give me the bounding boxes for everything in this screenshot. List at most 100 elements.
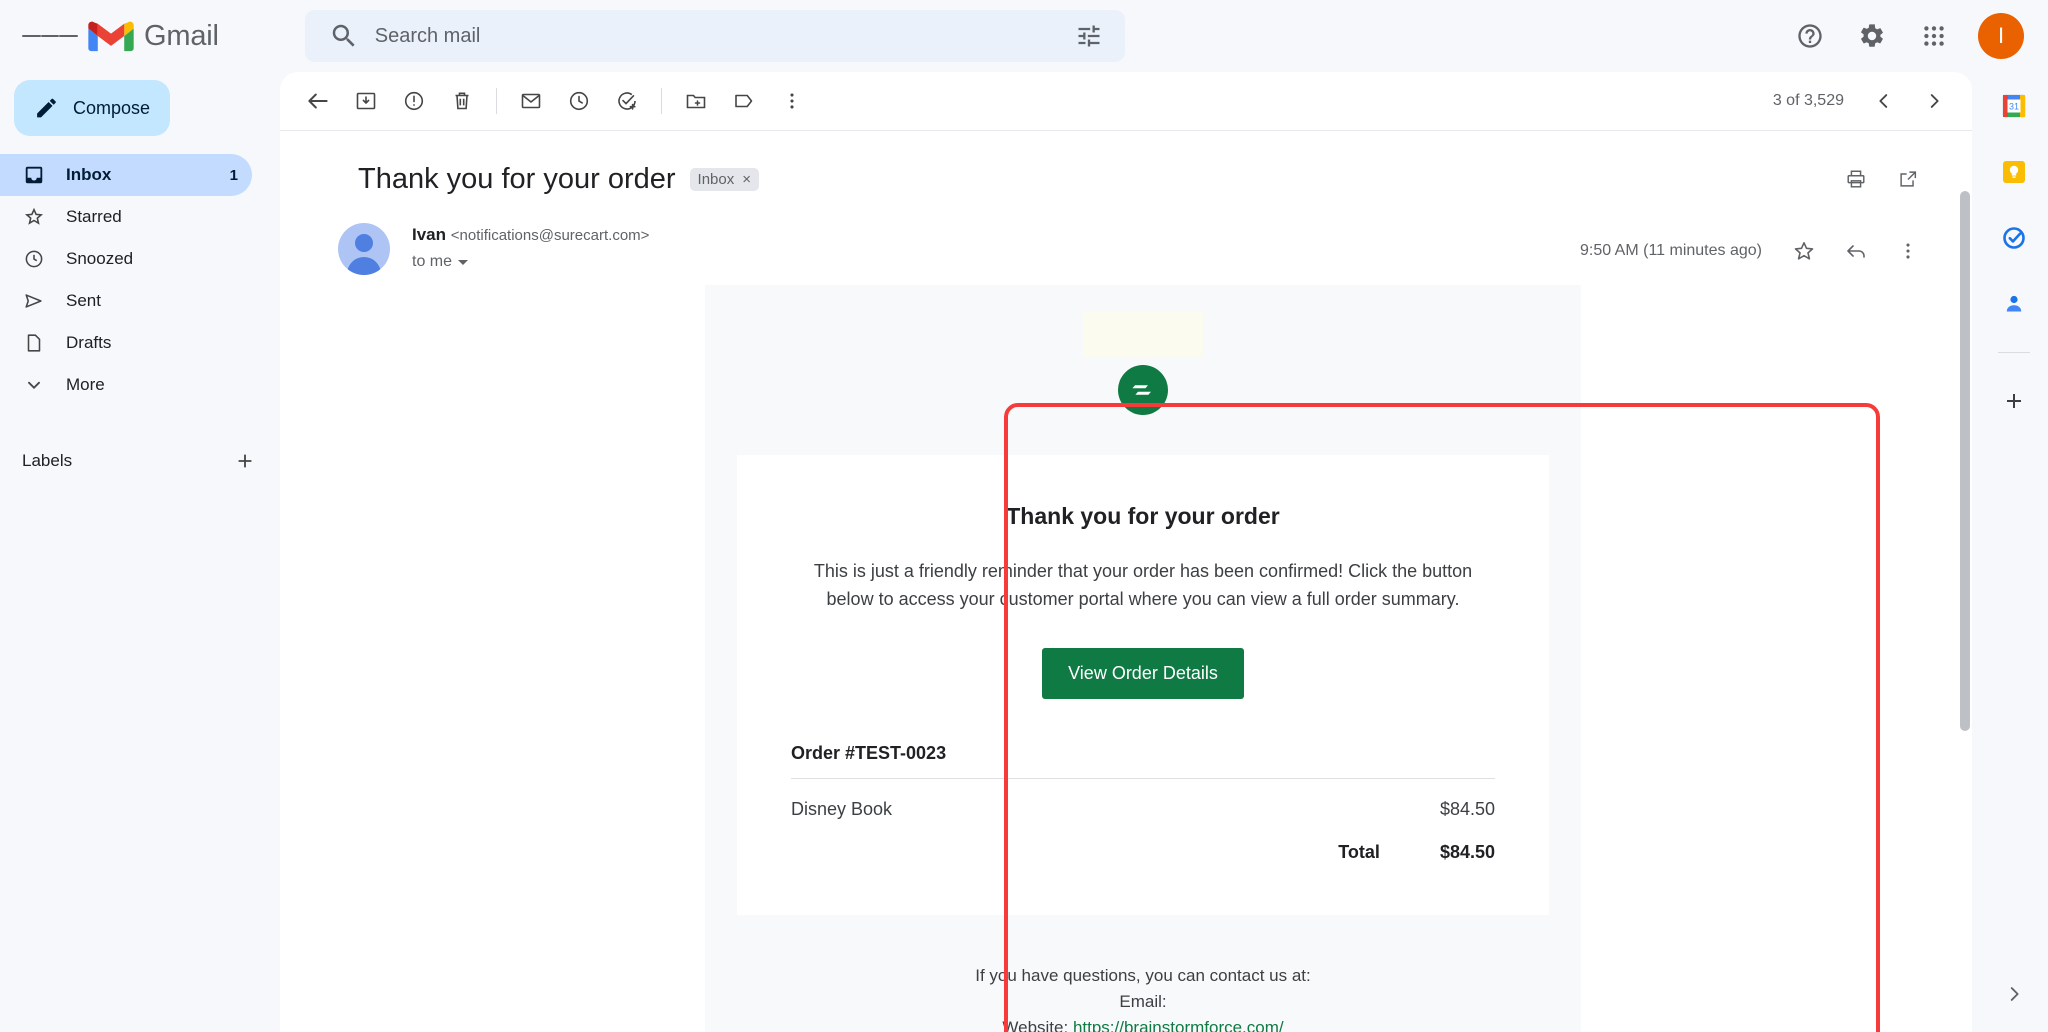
apps-grid-icon[interactable]: [1906, 8, 1962, 64]
archive-icon[interactable]: [342, 77, 390, 125]
footer-email-line: Email:: [705, 989, 1581, 1015]
line-item-price: $84.50: [1440, 799, 1495, 820]
label-chip-inbox[interactable]: Inbox ×: [690, 168, 759, 191]
sidebar-item-label: Snoozed: [66, 249, 238, 269]
inbox-icon: [22, 163, 46, 187]
surecart-logo-icon: [1118, 365, 1168, 415]
search-icon: [329, 21, 359, 51]
message-toolbar: 3 of 3,529: [280, 72, 1972, 130]
message-scrollbar[interactable]: [1960, 191, 1970, 731]
hamburger-icon[interactable]: [22, 8, 78, 64]
compose-label: Compose: [73, 98, 150, 119]
message-scroll-area: Thank you for your order Inbox ×: [280, 131, 1972, 1032]
more-vertical-icon[interactable]: [1884, 227, 1932, 275]
pencil-icon: [34, 95, 59, 121]
plus-icon[interactable]: [1992, 379, 2036, 423]
sidebar-item-inbox[interactable]: Inbox 1: [0, 154, 252, 196]
email-body: Thank you for your order This is just a …: [280, 285, 1972, 1032]
email-paragraph: This is just a friendly reminder that yo…: [791, 558, 1495, 614]
sidebar-item-label: Drafts: [66, 333, 238, 353]
message-counter: 3 of 3,529: [1773, 92, 1844, 110]
email-title: Thank you for your order: [791, 503, 1495, 530]
recipient-dropdown[interactable]: to me: [412, 253, 649, 271]
sidebar-item-starred[interactable]: Starred: [0, 196, 252, 238]
google-keep-icon[interactable]: [1992, 150, 2036, 194]
more-vertical-icon[interactable]: [768, 77, 816, 125]
report-spam-icon[interactable]: [390, 77, 438, 125]
labels-title: Labels: [22, 451, 228, 471]
top-bar: Gmail I: [0, 0, 2048, 72]
chevron-left-icon[interactable]: [1860, 77, 1908, 125]
back-arrow-icon[interactable]: [294, 77, 342, 125]
chevron-down-icon: [458, 260, 468, 265]
footer-website-line: Website: https://brainstormforce.com/: [705, 1015, 1581, 1032]
plus-icon[interactable]: [228, 444, 262, 478]
star-icon[interactable]: [1780, 227, 1828, 275]
compose-button[interactable]: Compose: [14, 80, 170, 136]
sidebar-item-label: Inbox: [66, 165, 210, 185]
tune-icon[interactable]: [1075, 22, 1103, 50]
send-icon: [22, 289, 46, 313]
label-tag-icon[interactable]: [720, 77, 768, 125]
cta-wrapper: View Order Details: [791, 648, 1495, 699]
rail-divider: [1998, 352, 2030, 353]
recipient-label: to me: [412, 253, 452, 271]
logo-backdrop: [1083, 311, 1203, 357]
clock-icon: [22, 247, 46, 271]
sidebar-item-snoozed[interactable]: Snoozed: [0, 238, 252, 280]
chip-label: Inbox: [698, 171, 735, 188]
subject-actions: [1832, 155, 1932, 203]
footer-website-label: Website:: [1002, 1018, 1073, 1032]
gmail-logo[interactable]: Gmail: [88, 19, 219, 53]
star-icon: [22, 205, 46, 229]
close-icon[interactable]: ×: [742, 171, 751, 188]
message-actions: 9:50 AM (11 minutes ago): [1580, 221, 1932, 275]
clock-icon[interactable]: [555, 77, 603, 125]
line-item-row: Disney Book $84.50: [791, 799, 1495, 820]
sidebar-item-label: Sent: [66, 291, 238, 311]
search-bar[interactable]: [305, 10, 1125, 62]
pagination-controls: 3 of 3,529: [1773, 77, 1958, 125]
chevron-right-icon[interactable]: [1992, 972, 2036, 1016]
email-card: Thank you for your order This is just a …: [737, 455, 1549, 915]
help-icon[interactable]: [1782, 8, 1838, 64]
website-link[interactable]: https://brainstormforce.com/: [1073, 1018, 1284, 1032]
email-canvas: Thank you for your order This is just a …: [705, 285, 1581, 1032]
chevron-down-icon: [22, 373, 46, 397]
sidebar-item-label: Starred: [66, 207, 238, 227]
gmail-m-icon: [88, 19, 134, 53]
sidebar-item-sent[interactable]: Sent: [0, 280, 252, 322]
line-item-name: Disney Book: [791, 799, 1440, 820]
avatar[interactable]: I: [1978, 13, 2024, 59]
sidebar-item-drafts[interactable]: Drafts: [0, 322, 252, 364]
toolbar-divider: [661, 88, 662, 114]
google-calendar-icon[interactable]: 31: [1992, 84, 2036, 128]
print-icon[interactable]: [1832, 155, 1880, 203]
google-tasks-icon[interactable]: [1992, 216, 2036, 260]
sender-avatar[interactable]: [338, 223, 390, 275]
subject-row: Thank you for your order Inbox ×: [280, 131, 1972, 217]
add-task-icon[interactable]: [603, 77, 651, 125]
reply-icon[interactable]: [1832, 227, 1880, 275]
email-footer: If you have questions, you can contact u…: [705, 915, 1581, 1032]
move-to-folder-icon[interactable]: [672, 77, 720, 125]
brand-text: Gmail: [144, 20, 219, 53]
search-input[interactable]: [375, 25, 1075, 48]
message-timestamp: 9:50 AM (11 minutes ago): [1580, 242, 1762, 260]
inbox-unread-count: 1: [230, 167, 238, 184]
gear-icon[interactable]: [1844, 8, 1900, 64]
message-pane: 3 of 3,529 Thank you for your order Inbo…: [280, 72, 1972, 1032]
sender-name: Ivan: [412, 225, 446, 244]
gmail-app: Gmail I: [0, 0, 2048, 1032]
open-in-new-icon[interactable]: [1884, 155, 1932, 203]
order-number: Order #TEST-0023: [791, 743, 1495, 764]
trash-icon[interactable]: [438, 77, 486, 125]
chevron-right-icon[interactable]: [1910, 77, 1958, 125]
sender-info: Ivan <notifications@surecart.com> to me: [412, 221, 649, 271]
labels-header: Labels: [0, 440, 280, 482]
envelope-icon[interactable]: [507, 77, 555, 125]
google-contacts-icon[interactable]: [1992, 282, 2036, 326]
view-order-details-button[interactable]: View Order Details: [1042, 648, 1244, 699]
sidebar-item-more[interactable]: More: [0, 364, 252, 406]
side-panel: 31: [1980, 72, 2048, 1032]
